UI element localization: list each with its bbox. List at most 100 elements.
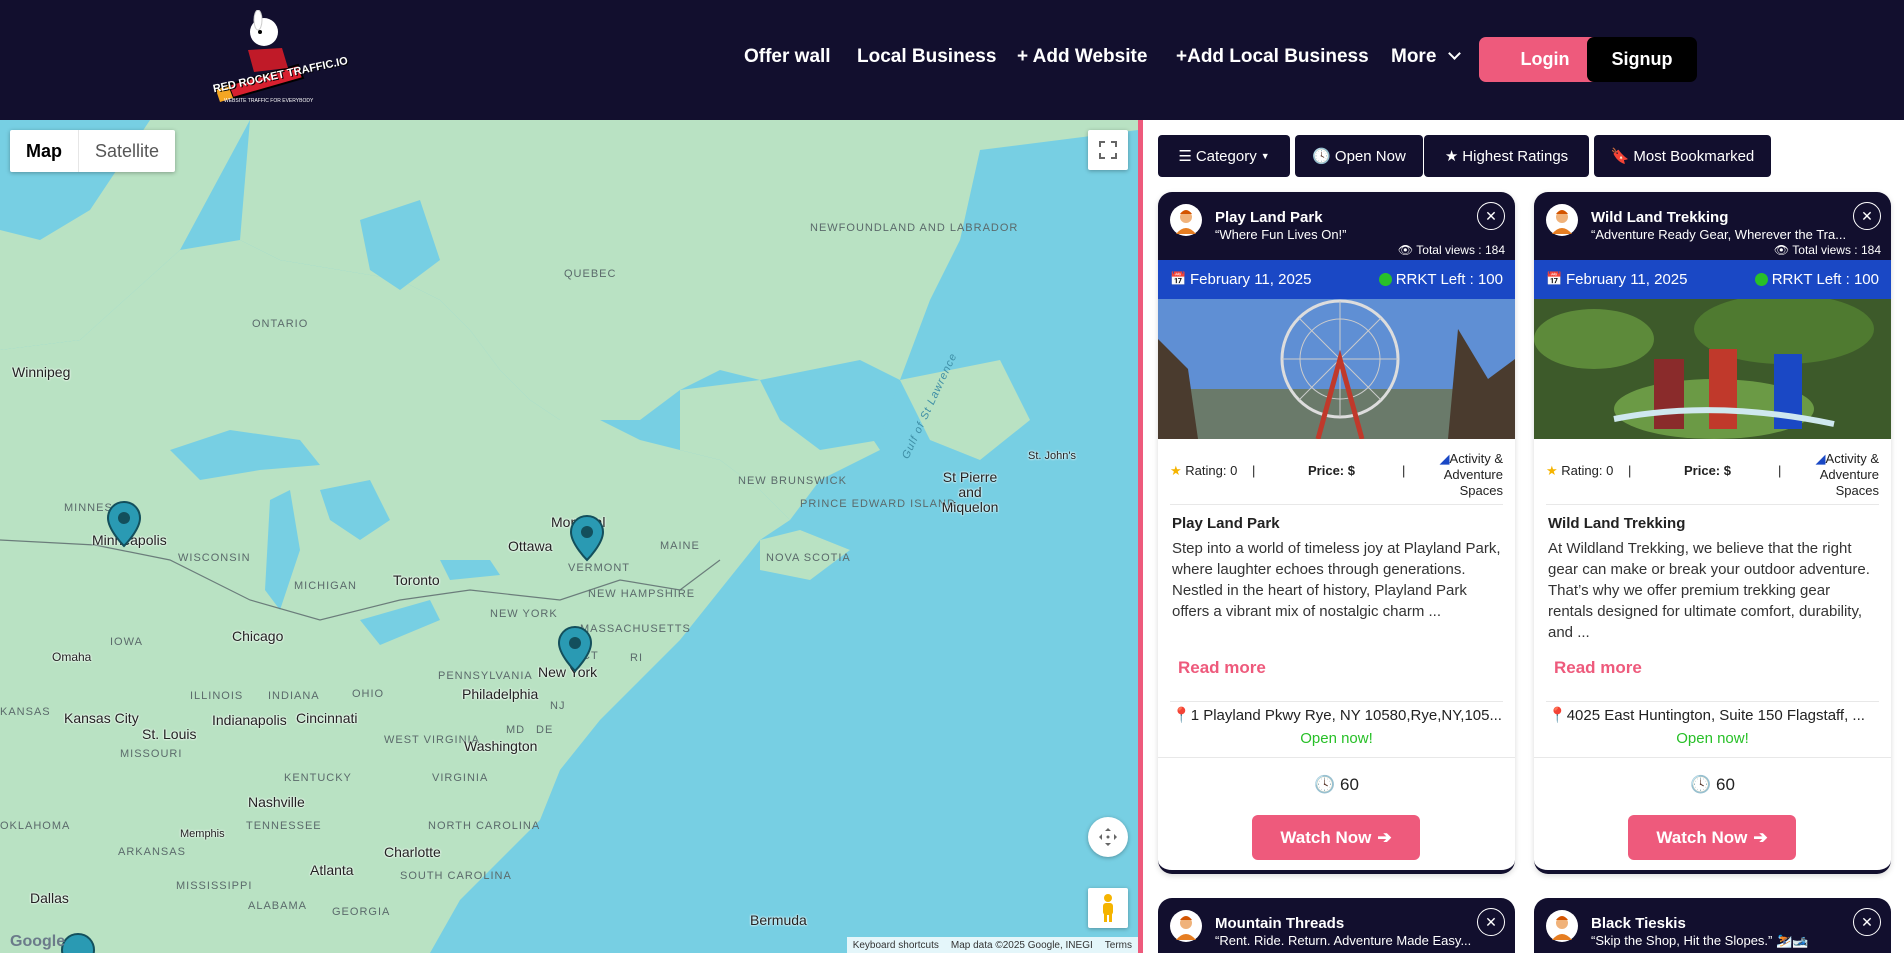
nav-local-business[interactable]: Local Business: [857, 46, 996, 68]
card-views: 👁 Total views : 184: [1774, 243, 1881, 257]
highest-ratings-filter-button[interactable]: ★ Highest Ratings: [1424, 135, 1589, 177]
read-more-link[interactable]: Read more: [1554, 658, 1871, 678]
clock-icon: 🕓: [1690, 775, 1712, 794]
camera-control-button[interactable]: [1088, 817, 1128, 857]
card-category: ◢Activity & Adventure Spaces: [1799, 451, 1879, 499]
map-region-label: ONTARIO: [252, 318, 309, 330]
listing-card: Play Land Park “Where Fun Lives On!” 👁 T…: [1158, 192, 1515, 874]
map-region-label: VIRGINIA: [432, 772, 489, 784]
divider: [1158, 757, 1515, 758]
fullscreen-icon: [1099, 141, 1117, 159]
category-text: Activity & Adventure Spaces: [1819, 451, 1879, 498]
watch-now-button[interactable]: Watch Now ➔: [1628, 815, 1796, 860]
map-marker-pin[interactable]: [60, 932, 96, 953]
card-title[interactable]: Black Tieskis: [1591, 915, 1686, 932]
street-view-button[interactable]: [1088, 888, 1128, 928]
close-icon[interactable]: ✕: [1477, 908, 1505, 936]
map-region-label: TENNESSEE: [246, 820, 322, 832]
map-region-label: OHIO: [352, 688, 385, 700]
map-city-label: St. John's: [1028, 450, 1076, 462]
watch-now-label: Watch Now: [1280, 827, 1372, 847]
keyboard-shortcuts-link[interactable]: Keyboard shortcuts: [853, 940, 939, 951]
map-region-label: NOVA SCOTIA: [766, 552, 851, 564]
category-icon: ◢: [1439, 451, 1450, 466]
map-region-label: DE: [536, 724, 554, 736]
read-more-link[interactable]: Read more: [1178, 658, 1495, 678]
map-region-label: ALABAMA: [248, 900, 307, 912]
card-rating: ★ Rating: 0: [1170, 463, 1237, 479]
category-filter-button[interactable]: ☰ Category ▼: [1158, 135, 1290, 177]
map-marker-pin[interactable]: [569, 514, 605, 562]
nav-offer-wall[interactable]: Offer wall: [744, 46, 831, 68]
category-icon: ◢: [1815, 451, 1826, 466]
listing-panel: ☰ Category ▼ 🕓 Open Now ★ Highest Rating…: [1143, 120, 1904, 953]
chevron-down-icon: [1447, 47, 1461, 60]
card-name: Wild Land Trekking: [1548, 515, 1686, 532]
map-type-satellite-button[interactable]: Satellite: [79, 130, 175, 172]
avatar: [1170, 204, 1202, 236]
rrkt-left: RRKT Left : 100: [1378, 271, 1503, 288]
site-logo[interactable]: RED ROCKET TRAFFIC.IO WEBSITE TRAFFIC FO…: [208, 9, 349, 110]
map-city-label: Indianapolis: [212, 712, 287, 728]
map-region-label: OKLAHOMA: [0, 820, 71, 832]
map-region-label: MISSISSIPPI: [176, 880, 253, 892]
star-icon: ★: [1444, 148, 1459, 165]
arrow-right-icon: ➔: [1753, 827, 1768, 847]
map-city-label: St Pierre and Miquelon: [941, 469, 999, 515]
map-region-label: NEW BRUNSWICK: [738, 475, 847, 487]
card-title[interactable]: Mountain Threads: [1215, 915, 1344, 932]
card-date-bar: 📅 February 11, 2025 RRKT Left : 100: [1534, 260, 1891, 299]
logo-subtitle: WEBSITE TRAFFIC FOR EVERYBODY: [224, 98, 314, 104]
star-icon: ★: [1546, 463, 1558, 478]
card-title[interactable]: Play Land Park: [1215, 209, 1323, 226]
card-tagline: “Adventure Ready Gear, Wherever the Tra.…: [1591, 227, 1847, 242]
map-marker-pin[interactable]: [557, 625, 593, 673]
map-city-label: Washington: [464, 738, 538, 754]
map-region-label: NEW YORK: [490, 608, 558, 620]
map-city-label: Cincinnati: [296, 710, 358, 726]
map-region-label: MD: [506, 724, 526, 736]
map-region-label: GEORGIA: [332, 906, 391, 918]
card-header: Wild Land Trekking “Adventure Ready Gear…: [1534, 192, 1891, 260]
map-region-label: NORTH CAROLINA: [428, 820, 541, 832]
map-city-label: Philadelphia: [462, 686, 539, 702]
green-dot-icon: [1754, 273, 1768, 286]
watch-now-label: Watch Now: [1656, 827, 1748, 847]
signup-button[interactable]: Signup: [1587, 37, 1697, 82]
separator: |: [1252, 463, 1256, 478]
card-timer: 🕓 60: [1534, 775, 1891, 795]
map-city-label: Memphis: [180, 828, 225, 840]
rrkt-left-text: RRKT Left : 100: [1771, 271, 1879, 288]
nav-more-dropdown[interactable]: More: [1391, 46, 1461, 68]
nav-add-local-business[interactable]: +Add Local Business: [1176, 46, 1369, 68]
map-city-label: Nashville: [248, 794, 305, 810]
pegman-icon: [1103, 894, 1113, 922]
card-rating: ★ Rating: 0: [1546, 463, 1613, 479]
divider: [1546, 701, 1879, 702]
close-icon[interactable]: ✕: [1477, 202, 1505, 230]
map-region-label: MAINE: [660, 540, 700, 552]
close-icon[interactable]: ✕: [1853, 908, 1881, 936]
terms-link[interactable]: Terms: [1105, 940, 1132, 951]
card-image-ferris-wheel[interactable]: [1158, 299, 1515, 439]
map-view[interactable]: NEWFOUNDLAND AND LABRADOR QUEBEC ONTARIO…: [0, 120, 1138, 953]
fullscreen-button[interactable]: [1088, 130, 1128, 170]
close-icon[interactable]: ✕: [1853, 202, 1881, 230]
caret-down-icon: ▼: [1260, 151, 1270, 161]
rrkt-left: RRKT Left : 100: [1754, 271, 1879, 288]
open-now-filter-button[interactable]: 🕓 Open Now: [1295, 135, 1423, 177]
map-city-label: St. Louis: [142, 726, 197, 742]
map-region-label: KANSAS: [0, 706, 51, 718]
map-region-label: MISSOURI: [120, 748, 183, 760]
watch-now-button[interactable]: Watch Now ➔: [1252, 815, 1420, 860]
card-title[interactable]: Wild Land Trekking: [1591, 209, 1728, 226]
card-views: 👁 Total views : 184: [1398, 243, 1505, 257]
map-type-map-button[interactable]: Map: [10, 130, 79, 172]
card-image-trekking[interactable]: [1534, 299, 1891, 439]
map-city-label: Charlotte: [384, 844, 441, 860]
most-bookmarked-filter-button[interactable]: 🔖 Most Bookmarked: [1594, 135, 1771, 177]
nav-add-website[interactable]: + Add Website: [1017, 46, 1147, 68]
avatar: [1170, 910, 1202, 942]
map-marker-pin[interactable]: [106, 500, 142, 548]
map-city-label: Kansas City: [64, 710, 139, 726]
